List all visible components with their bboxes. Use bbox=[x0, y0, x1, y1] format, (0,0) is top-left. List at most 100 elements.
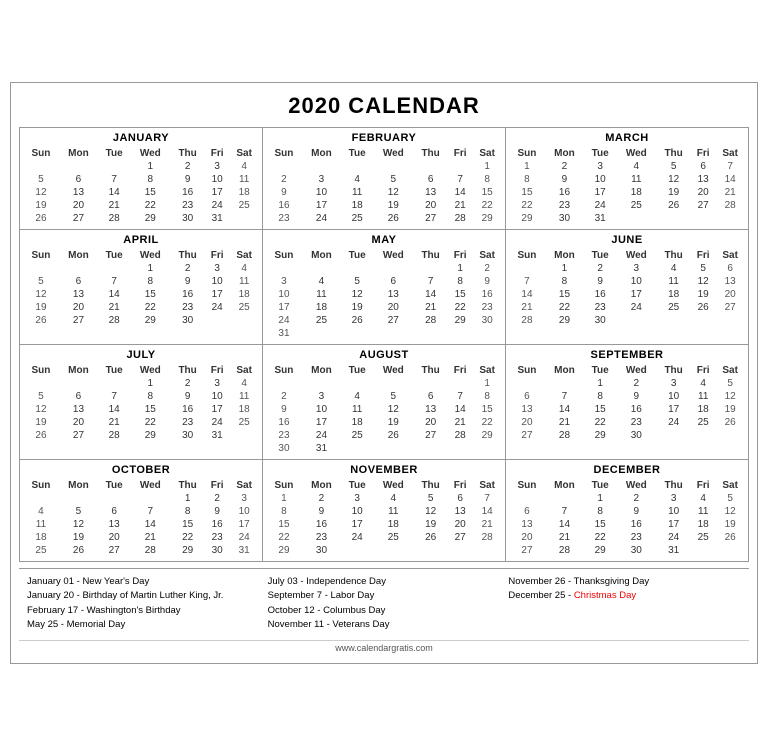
day-cell: 17 bbox=[302, 199, 341, 212]
day-cell: 4 bbox=[341, 390, 373, 403]
day-cell: 14 bbox=[715, 173, 745, 186]
day-cell: 16 bbox=[302, 518, 341, 531]
day-cell: 5 bbox=[373, 390, 413, 403]
week-row: 891011121314 bbox=[266, 505, 502, 518]
week-row: 13141516171819 bbox=[509, 403, 745, 416]
weekday-header: Fri bbox=[448, 364, 472, 377]
day-cell bbox=[656, 212, 691, 225]
week-row: 27282930 bbox=[509, 429, 745, 442]
day-cell: 29 bbox=[266, 544, 302, 557]
weekday-header: Sun bbox=[509, 364, 545, 377]
day-cell: 6 bbox=[509, 505, 545, 518]
day-cell: 9 bbox=[170, 390, 205, 403]
day-cell: 17 bbox=[341, 518, 373, 531]
day-cell bbox=[23, 492, 59, 505]
month-name: MARCH bbox=[509, 132, 745, 144]
day-cell: 5 bbox=[413, 492, 448, 505]
week-row: 19202122232425 bbox=[23, 416, 259, 429]
day-cell bbox=[302, 377, 341, 390]
weekday-header: Mon bbox=[59, 147, 98, 160]
day-cell: 4 bbox=[616, 160, 656, 173]
week-row: 19202122232425 bbox=[23, 301, 259, 314]
week-row: 12131415161718 bbox=[23, 403, 259, 416]
weekday-header: Tue bbox=[98, 147, 130, 160]
day-cell: 17 bbox=[656, 518, 691, 531]
weekday-header: Thu bbox=[656, 479, 691, 492]
day-cell: 21 bbox=[98, 301, 130, 314]
day-cell: 3 bbox=[229, 492, 259, 505]
day-cell: 19 bbox=[23, 199, 59, 212]
weekday-header: Mon bbox=[302, 249, 341, 262]
day-cell: 30 bbox=[266, 442, 302, 455]
day-cell: 11 bbox=[691, 390, 715, 403]
day-cell: 6 bbox=[715, 262, 745, 275]
week-row: 9101112131415 bbox=[266, 403, 502, 416]
day-cell: 14 bbox=[413, 288, 448, 301]
day-cell: 18 bbox=[229, 403, 259, 416]
day-cell: 29 bbox=[130, 429, 170, 442]
week-row: 9101112131415 bbox=[266, 186, 502, 199]
weekday-header: Thu bbox=[170, 147, 205, 160]
week-row: 10111213141516 bbox=[266, 288, 502, 301]
day-cell: 26 bbox=[373, 212, 413, 225]
day-cell: 30 bbox=[472, 314, 502, 327]
day-cell: 26 bbox=[23, 429, 59, 442]
day-cell: 18 bbox=[616, 186, 656, 199]
day-cell bbox=[266, 160, 302, 173]
day-cell: 11 bbox=[23, 518, 59, 531]
day-cell: 11 bbox=[229, 173, 259, 186]
day-cell: 10 bbox=[205, 173, 229, 186]
day-cell: 29 bbox=[472, 429, 502, 442]
week-row: 11121314151617 bbox=[23, 518, 259, 531]
day-cell bbox=[98, 492, 130, 505]
weekday-header: Thu bbox=[413, 364, 448, 377]
day-cell: 11 bbox=[229, 390, 259, 403]
month-block-january: JANUARYSunMonTueWedThuFriSat123456789101… bbox=[20, 128, 263, 230]
day-cell bbox=[691, 212, 715, 225]
day-cell: 25 bbox=[23, 544, 59, 557]
day-cell: 6 bbox=[413, 390, 448, 403]
weekday-header: Fri bbox=[205, 364, 229, 377]
day-cell: 1 bbox=[509, 160, 545, 173]
day-cell: 15 bbox=[584, 403, 616, 416]
week-row: 12131415161718 bbox=[23, 186, 259, 199]
week-row: 12345 bbox=[509, 377, 745, 390]
day-cell: 27 bbox=[691, 199, 715, 212]
day-cell: 3 bbox=[205, 377, 229, 390]
weekday-header: Sat bbox=[229, 479, 259, 492]
day-cell: 12 bbox=[715, 390, 745, 403]
day-cell: 14 bbox=[448, 186, 472, 199]
day-cell bbox=[23, 262, 59, 275]
day-cell: 6 bbox=[509, 390, 545, 403]
week-row: 23242526272829 bbox=[266, 212, 502, 225]
day-cell: 22 bbox=[472, 199, 502, 212]
day-cell: 24 bbox=[656, 416, 691, 429]
day-cell: 11 bbox=[341, 186, 373, 199]
holiday-item: November 11 - Veterans Day bbox=[268, 618, 501, 632]
month-name: OCTOBER bbox=[23, 464, 259, 476]
day-cell: 1 bbox=[584, 377, 616, 390]
weekday-header: Sun bbox=[509, 249, 545, 262]
day-cell bbox=[59, 160, 98, 173]
day-cell: 11 bbox=[656, 275, 691, 288]
day-cell bbox=[472, 544, 502, 557]
weekday-header: Wed bbox=[616, 249, 656, 262]
week-row: 25262728293031 bbox=[23, 544, 259, 557]
day-cell: 2 bbox=[584, 262, 616, 275]
holiday-item-red: December 25 - Christmas Day bbox=[508, 589, 741, 603]
weekday-header: Thu bbox=[413, 147, 448, 160]
day-cell bbox=[715, 544, 745, 557]
day-cell bbox=[59, 492, 98, 505]
week-row: 12131415161718 bbox=[23, 288, 259, 301]
day-cell bbox=[266, 262, 302, 275]
day-cell: 6 bbox=[373, 275, 413, 288]
day-cell: 12 bbox=[656, 173, 691, 186]
day-cell: 21 bbox=[98, 416, 130, 429]
day-cell: 15 bbox=[448, 288, 472, 301]
day-cell bbox=[413, 327, 448, 340]
month-block-april: APRILSunMonTueWedThuFriSat12345678910111… bbox=[20, 230, 263, 345]
calendar-container: 2020 CALENDAR JANUARYSunMonTueWedThuFriS… bbox=[10, 82, 758, 664]
weekday-header: Mon bbox=[545, 479, 584, 492]
holiday-red-text: Christmas Day bbox=[574, 590, 636, 601]
weekday-header: Sat bbox=[715, 147, 745, 160]
